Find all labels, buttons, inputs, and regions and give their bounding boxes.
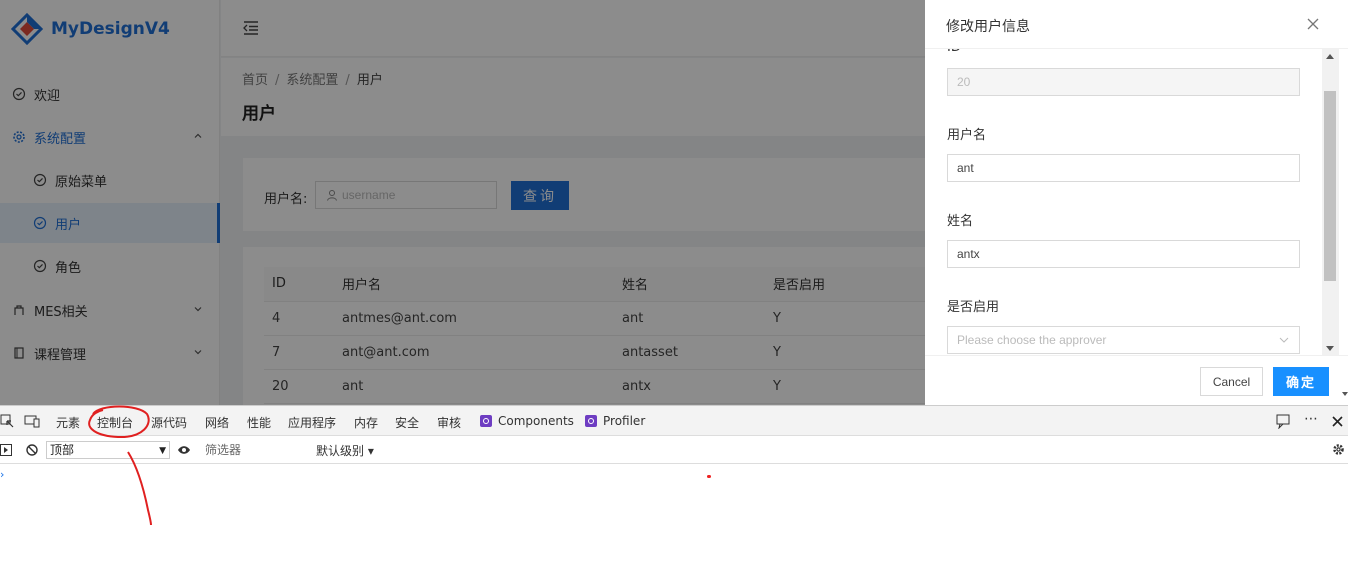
annotation-dot <box>707 475 711 478</box>
close-devtools-icon[interactable] <box>1332 416 1343 427</box>
eye-icon[interactable] <box>177 445 191 455</box>
scroll-down-arrow[interactable] <box>1326 346 1334 351</box>
drawer-body: ID 20 用户名 ant 姓名 antx 是否启用 Please choose… <box>925 49 1321 355</box>
level-label: 默认级别 <box>316 444 365 458</box>
devtools-tab-console[interactable]: 控制台 <box>97 414 133 431</box>
enabled-select[interactable]: Please choose the approver <box>947 326 1300 354</box>
tab-label: Profiler <box>603 414 646 428</box>
enabled-placeholder: Please choose the approver <box>957 333 1107 347</box>
drawer-mask[interactable] <box>0 0 925 405</box>
drawer-scrollbar[interactable] <box>1322 49 1339 355</box>
react-icon <box>585 415 597 427</box>
settings-gear-icon[interactable] <box>1332 443 1345 456</box>
devtools-tab-profiler[interactable]: Profiler <box>585 414 645 428</box>
device-toggle-icon[interactable] <box>24 414 40 428</box>
devtools-tab-audits[interactable]: 审核 <box>437 414 461 431</box>
id-label: ID <box>947 49 961 55</box>
cancel-button[interactable]: Cancel <box>1200 367 1263 396</box>
name-field[interactable]: antx <box>947 240 1300 268</box>
context-select[interactable]: 顶部 ▼ <box>46 441 170 459</box>
devtools-tab-application[interactable]: 应用程序 <box>288 414 336 431</box>
log-level-select[interactable]: 默认级别 ▾ <box>316 442 374 459</box>
confirm-button[interactable]: 确定 <box>1273 367 1329 396</box>
devtools-tab-performance[interactable]: 性能 <box>247 414 271 431</box>
console-prompt-icon: › <box>0 468 5 481</box>
context-value: 顶部 <box>50 443 75 457</box>
drawer-footer: Cancel 确定 <box>925 355 1348 405</box>
name-label: 姓名 <box>947 214 974 229</box>
feedback-icon[interactable] <box>1276 414 1292 429</box>
username-value: ant <box>957 161 974 175</box>
clear-console-icon[interactable] <box>26 444 38 456</box>
scroll-up-arrow[interactable] <box>1326 54 1334 59</box>
enabled-label: 是否启用 <box>947 300 1000 315</box>
chevron-down-icon <box>1279 337 1289 343</box>
devtools-tabbar: 元素 控制台 源代码 网络 性能 应用程序 内存 安全 审核 Component… <box>0 406 1348 436</box>
console-filter-input[interactable]: 筛选器 <box>200 441 310 459</box>
close-icon[interactable] <box>1306 17 1320 31</box>
devtools-tab-elements[interactable]: 元素 <box>56 414 80 431</box>
app-viewport: MyDesignV4 欢迎 系统配置 原始菜单 用户 角色 MES相关 课程管理… <box>0 0 1348 405</box>
devtools-tab-memory[interactable]: 内存 <box>354 414 378 431</box>
drawer-title: 修改用户信息 <box>946 19 1030 35</box>
devtools-panel: 元素 控制台 源代码 网络 性能 应用程序 内存 安全 审核 Component… <box>0 405 1348 569</box>
devtools-tab-network[interactable]: 网络 <box>205 414 229 431</box>
dropdown-arrow-icon: ▼ <box>159 446 166 456</box>
name-value: antx <box>957 247 980 261</box>
username-label: 用户名 <box>947 128 987 143</box>
react-icon <box>480 415 492 427</box>
inspect-icon[interactable] <box>0 414 14 428</box>
more-options-icon[interactable]: ⋯ <box>1304 411 1318 427</box>
sidebar-toggle-icon[interactable] <box>0 444 12 456</box>
page-scroll-down-arrow[interactable] <box>1342 392 1348 396</box>
tab-label: Components <box>498 414 574 428</box>
id-value: 20 <box>957 75 971 89</box>
devtools-tab-components[interactable]: Components <box>480 414 574 428</box>
drawer-header: 修改用户信息 <box>925 0 1348 49</box>
scroll-thumb[interactable] <box>1324 91 1336 281</box>
id-field: 20 <box>947 68 1300 96</box>
edit-user-drawer: 修改用户信息 ID 20 用户名 ant 姓名 antx 是否启用 Please… <box>925 0 1348 405</box>
devtools-tab-security[interactable]: 安全 <box>395 414 419 431</box>
filter-placeholder: 筛选器 <box>205 443 242 457</box>
username-field[interactable]: ant <box>947 154 1300 182</box>
console-toolbar: 顶部 ▼ 筛选器 默认级别 ▾ <box>0 436 1348 464</box>
devtools-tab-sources[interactable]: 源代码 <box>151 414 187 431</box>
